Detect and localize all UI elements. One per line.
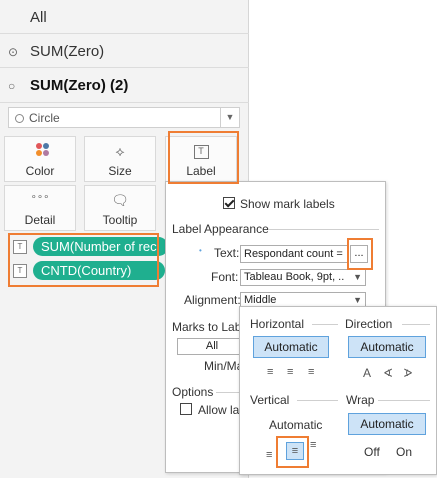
mark-type-value: Circle (29, 111, 60, 125)
options-header: Options (172, 385, 214, 399)
vertical-header: Vertical (250, 393, 290, 407)
text-label: Text: (214, 246, 240, 260)
font-value: Tableau Book, 9pt, .. (244, 271, 345, 283)
highlight-ellipsis-button (347, 238, 373, 270)
divider (216, 392, 239, 393)
wrap-off-option[interactable]: Off (364, 445, 380, 459)
sum-zero-2-item[interactable]: SUM(Zero) (2) (30, 77, 128, 94)
align-center-icon[interactable]: ≡ (287, 366, 293, 378)
highlight-vertical-middle (276, 436, 309, 468)
tooltip-bubble-icon: 🗨 (111, 192, 129, 208)
detail-button[interactable]: ∘∘∘ Detail (4, 185, 76, 231)
detail-dots-icon: ∘∘∘ (30, 192, 50, 203)
color-label: Color (25, 164, 55, 178)
font-label: Font: (211, 270, 239, 284)
divider (0, 67, 249, 68)
circle-icon (15, 114, 24, 123)
horizontal-automatic-button[interactable]: Automatic (253, 336, 329, 358)
size-icon: ⟡ (115, 143, 125, 159)
size-button[interactable]: ⟡ Size (84, 136, 156, 182)
tooltip-button[interactable]: 🗨 Tooltip (84, 185, 156, 231)
align-left-icon[interactable]: ≡ (267, 366, 273, 378)
min-max-option[interactable]: Min/Ma (204, 359, 243, 373)
clock-icon: ⊙ (8, 45, 19, 59)
allow-labels-checkbox[interactable] (180, 403, 192, 415)
marks-all-option[interactable]: All (177, 338, 247, 355)
wrap-on-option[interactable]: On (396, 445, 412, 459)
marks-to-label-header: Marks to Labe (172, 320, 249, 334)
divider (312, 324, 338, 325)
text-field[interactable]: Respondant count = (240, 245, 348, 263)
divider (378, 400, 430, 401)
alignment-value: Middle (244, 294, 277, 306)
tooltip-label: Tooltip (102, 213, 138, 227)
detail-label: Detail (24, 213, 56, 227)
direction-horizontal-icon[interactable]: A (363, 366, 371, 380)
highlight-field-pills (8, 233, 159, 287)
sum-zero-item[interactable]: SUM(Zero) (30, 43, 104, 60)
direction-header: Direction (345, 317, 393, 331)
indicator-dot: • (199, 246, 202, 255)
show-mark-labels-checkbox[interactable] (223, 197, 235, 209)
vertical-automatic-label: Automatic (269, 418, 323, 432)
mark-type-dropdown[interactable]: Circle ▼ (8, 107, 240, 128)
alignment-popup: Horizontal Direction Automatic Automatic… (239, 306, 437, 475)
divider (0, 102, 249, 103)
direction-automatic-button[interactable]: Automatic (348, 336, 426, 358)
chevron-down-icon: ▼ (353, 272, 362, 282)
horizontal-header: Horizontal (250, 317, 305, 331)
circle-icon: ○ (8, 79, 16, 93)
highlight-label-button (168, 131, 239, 184)
direction-up-icon[interactable]: ∢ (383, 366, 393, 380)
align-bottom-icon[interactable]: ≡ (266, 449, 272, 461)
show-mark-labels-label: Show mark labels (240, 197, 335, 211)
size-label: Size (108, 164, 132, 178)
label-appearance-header: Label Appearance (172, 222, 269, 236)
wrap-automatic-button[interactable]: Automatic (348, 413, 426, 435)
align-top-icon[interactable]: ≡ (310, 439, 316, 451)
alignment-label: Alignment: (184, 293, 241, 307)
align-right-icon[interactable]: ≡ (308, 366, 314, 378)
divider (297, 400, 338, 401)
font-select[interactable]: Tableau Book, 9pt, .. ▼ (240, 269, 366, 286)
color-button[interactable]: Color (4, 136, 76, 182)
chevron-down-icon[interactable]: ▼ (220, 108, 239, 127)
divider (269, 229, 379, 230)
all-item[interactable]: All (30, 9, 47, 26)
divider (402, 324, 430, 325)
direction-down-icon[interactable]: ∢ (403, 366, 413, 380)
divider (0, 33, 249, 34)
wrap-header: Wrap (346, 393, 375, 407)
